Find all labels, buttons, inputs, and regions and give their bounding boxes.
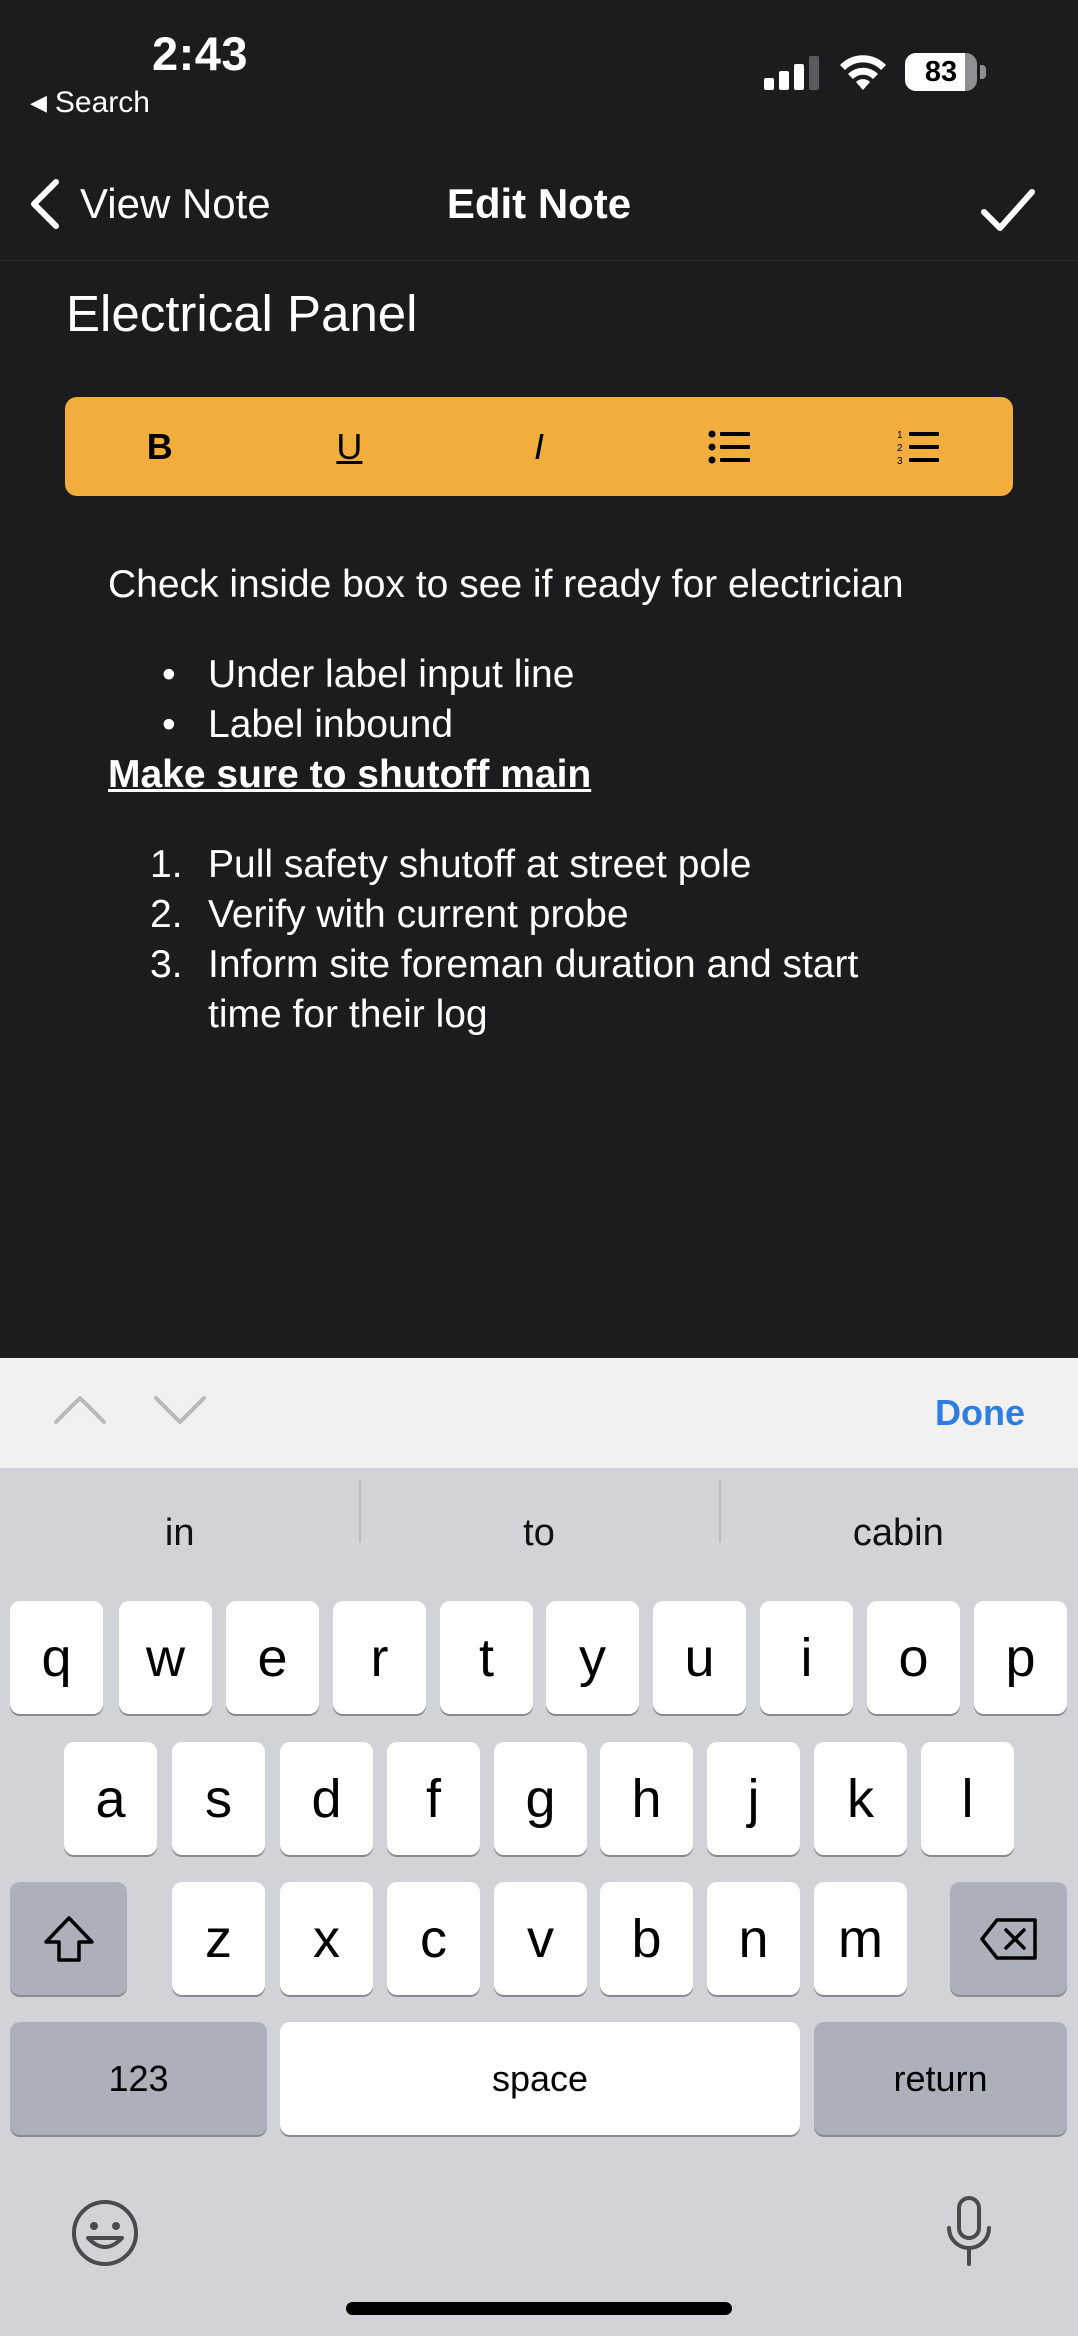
note-title[interactable]: Electrical Panel: [66, 284, 418, 343]
battery-percent: 83: [924, 56, 958, 88]
numbers-key[interactable]: 123: [10, 2022, 267, 2135]
keyboard-accessory-bar: Done: [0, 1358, 1078, 1468]
space-key[interactable]: space: [280, 2022, 800, 2135]
suggestion-item[interactable]: cabin: [718, 1479, 1078, 1555]
shift-key[interactable]: [10, 1882, 127, 1995]
backspace-icon: [979, 1917, 1037, 1960]
key-x[interactable]: x: [280, 1882, 373, 1995]
return-key[interactable]: return: [814, 2022, 1067, 2135]
svg-text:3: 3: [897, 456, 903, 465]
key-t[interactable]: t: [440, 1601, 533, 1714]
delete-key[interactable]: [950, 1882, 1067, 1995]
item-number: 3.: [150, 943, 183, 986]
emoji-icon[interactable]: [70, 2198, 140, 2268]
key-v[interactable]: v: [494, 1882, 587, 1995]
key-w[interactable]: w: [119, 1601, 212, 1714]
bulleted-list-button[interactable]: [634, 397, 824, 496]
numbered-item: 2. Verify with current probe: [150, 890, 928, 940]
view-note-back-button[interactable]: View Note: [28, 178, 271, 230]
key-c[interactable]: c: [387, 1882, 480, 1995]
key-n[interactable]: n: [707, 1882, 800, 1995]
emphasis-line: Make sure to shutoff main: [108, 753, 592, 796]
note-body-editor[interactable]: Check inside box to see if ready for ele…: [108, 560, 988, 1040]
keyboard: in to cabin q w e r t y u i o p a s d f …: [0, 1468, 1078, 2336]
status-time: 2:43: [152, 27, 249, 80]
numbered-list: 1. Pull safety shutoff at street pole 2. V…: [108, 840, 928, 1040]
item-number: 2.: [150, 893, 183, 936]
key-j[interactable]: j: [707, 1742, 800, 1855]
item-text: Verify with current probe: [208, 893, 629, 936]
navigation-bar: View Note Edit Note: [0, 160, 1078, 261]
back-button-label: View Note: [80, 180, 271, 227]
formatting-toolbar: B U I 1 2 3: [65, 397, 1013, 496]
key-i[interactable]: i: [760, 1601, 853, 1714]
bold-button[interactable]: B: [65, 397, 255, 496]
bulleted-list-icon: [708, 430, 750, 463]
item-text: Inform site foreman duration and start t…: [208, 943, 859, 1036]
checkmark-save-button[interactable]: [978, 180, 1038, 240]
key-b[interactable]: b: [600, 1882, 693, 1995]
key-y[interactable]: y: [546, 1601, 639, 1714]
home-indicator[interactable]: [346, 2302, 732, 2315]
key-s[interactable]: s: [172, 1742, 265, 1855]
back-triangle-icon: ◀: [30, 90, 47, 115]
bullet-item: Under label input line: [162, 650, 988, 700]
numbered-item: 3. Inform site foreman duration and start…: [150, 940, 928, 1040]
underline-button[interactable]: U: [255, 397, 445, 496]
key-d[interactable]: d: [280, 1742, 373, 1855]
numbered-list-icon: 1 2 3: [897, 430, 940, 465]
chevron-left-icon: [31, 179, 59, 229]
suggestion-item[interactable]: in: [0, 1512, 359, 1555]
cellular-signal-icon: [764, 56, 819, 90]
key-f[interactable]: f: [387, 1742, 480, 1855]
battery-icon: 83: [905, 53, 986, 91]
key-u[interactable]: u: [653, 1601, 746, 1714]
svg-text:2: 2: [897, 443, 903, 454]
chevron-down-icon[interactable]: [150, 1390, 210, 1430]
key-q[interactable]: q: [10, 1601, 103, 1714]
key-o[interactable]: o: [867, 1601, 960, 1714]
microphone-icon[interactable]: [944, 2194, 994, 2270]
key-h[interactable]: h: [600, 1742, 693, 1855]
italic-button[interactable]: I: [444, 397, 634, 496]
svg-text:1: 1: [897, 430, 903, 441]
done-button[interactable]: Done: [935, 1392, 1025, 1434]
key-e[interactable]: e: [226, 1601, 319, 1714]
numbered-item: 1. Pull safety shutoff at street pole: [150, 840, 928, 890]
bulleted-list: Under label input line Label inbound: [108, 650, 988, 750]
key-k[interactable]: k: [814, 1742, 907, 1855]
key-g[interactable]: g: [494, 1742, 587, 1855]
suggestion-item[interactable]: to: [359, 1479, 718, 1555]
key-r[interactable]: r: [333, 1601, 426, 1714]
bullet-item: Label inbound: [162, 700, 988, 750]
numbered-list-button[interactable]: 1 2 3: [823, 397, 1013, 496]
chevron-up-icon[interactable]: [50, 1390, 110, 1430]
key-z[interactable]: z: [172, 1882, 265, 1995]
page-title: Edit Note: [446, 180, 632, 227]
key-p[interactable]: p: [974, 1601, 1067, 1714]
status-bar: 2:43 ◀ Search 83: [0, 0, 1078, 130]
item-number: 1.: [150, 843, 183, 886]
back-to-search-label: Search: [54, 86, 150, 119]
back-to-search-link[interactable]: ◀ Search: [30, 86, 150, 120]
key-m[interactable]: m: [814, 1882, 907, 1995]
shift-icon: [43, 1915, 94, 1962]
wifi-icon: [840, 55, 886, 90]
item-text: Pull safety shutoff at street pole: [208, 843, 752, 886]
key-a[interactable]: a: [64, 1742, 157, 1855]
key-l[interactable]: l: [921, 1742, 1014, 1855]
suggestion-bar: in to cabin: [0, 1468, 1078, 1598]
note-paragraph: Check inside box to see if ready for ele…: [108, 563, 904, 606]
